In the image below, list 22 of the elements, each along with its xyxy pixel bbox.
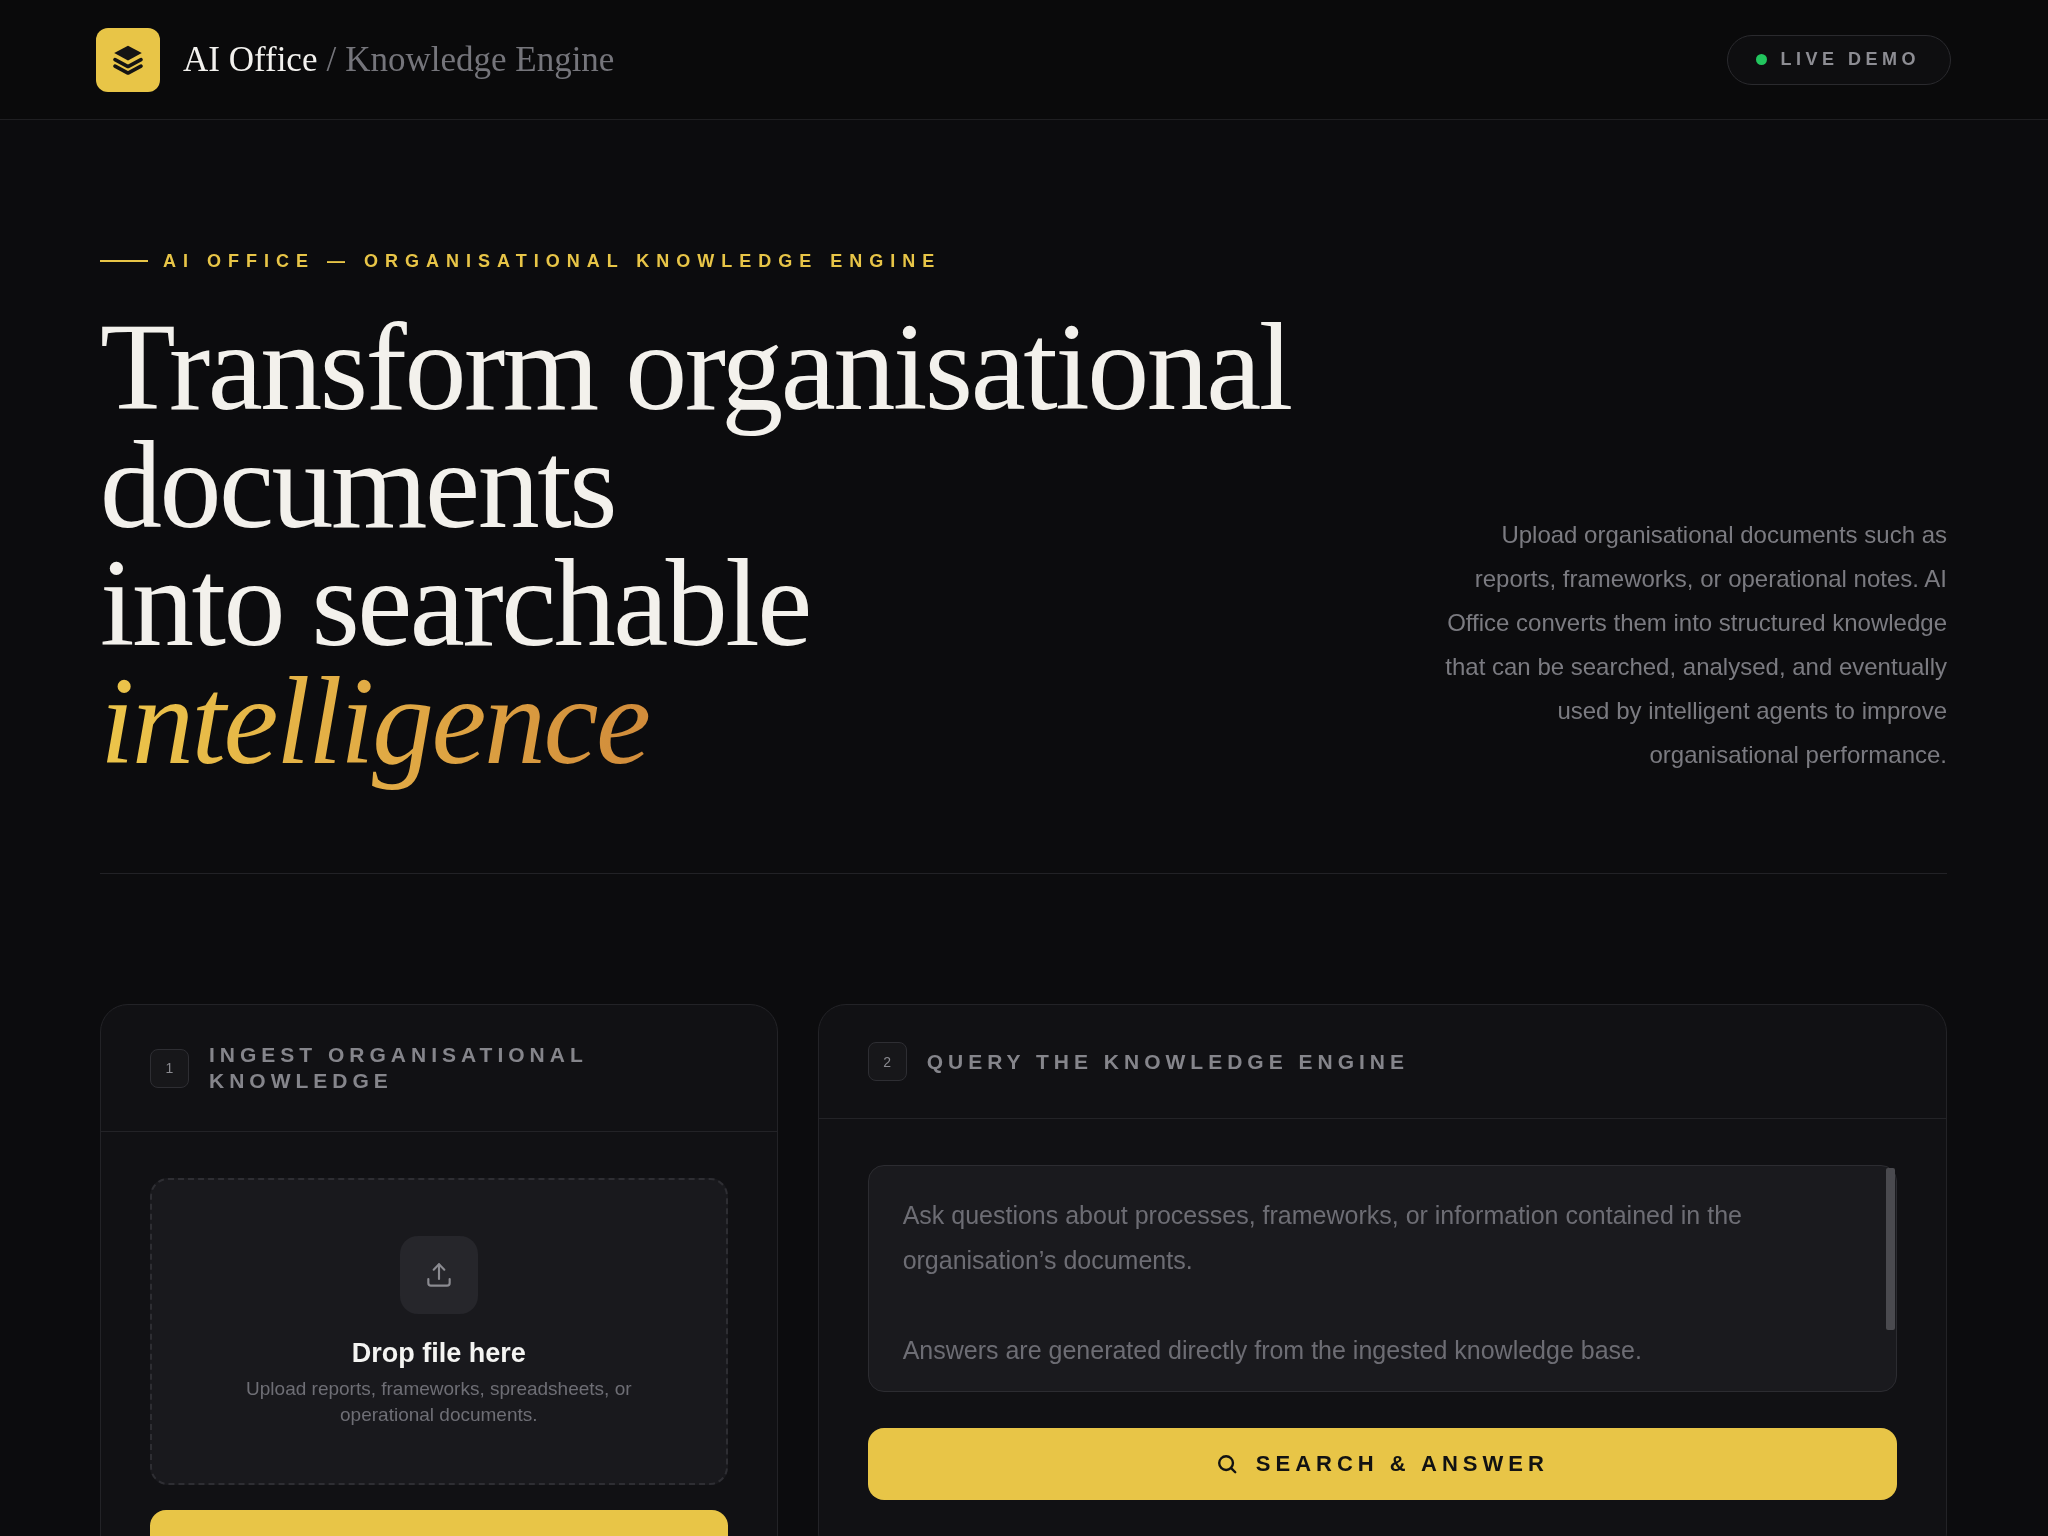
status-label: LIVE DEMO [1780,49,1920,70]
eyebrow-line [100,260,148,262]
upload-icon [399,1236,478,1314]
hero-description: Upload organisational documents such as reports, frameworks, or operational notes. AI Office converts them into structured knowledge that can be searched, analysed, and eventually used by intelligent agents to improve organisational performance. [1444,520,1947,770]
search-icon [1215,1453,1238,1475]
dropzone-hint: Upload reports, frameworks, spreadsheets, or operational documents. [245,1377,633,1427]
card-title: QUERY THE KNOWLEDGE ENGINE [926,1048,1409,1075]
card-title: INGEST ORGANISATIONAL KNOWLEDGE [209,1042,589,1094]
step-number: 1 [150,1048,189,1088]
brand-name: AI Office [183,38,318,81]
brand-section: Knowledge Engine [345,38,615,81]
hero-heading: Transform organisational documents into searchable intelligence [100,309,1292,792]
eyebrow-label: AI OFFICE — ORGANISATIONAL KNOWLEDGE ENGINE [163,250,942,273]
status-dot-icon [1756,54,1768,65]
dropzone[interactable]: Drop file here Upload reports, frameworks, spreadsheets, or operational documents. [150,1178,728,1485]
step-number: 2 [867,1042,907,1081]
query-field[interactable]: Ask questions about processes, frameworks, or information contained in the organisation’s documents. Answers are generated directly from the ingested knowledge base. [867,1165,1897,1392]
logo-icon [96,27,160,92]
brand-separator: / [326,38,337,81]
scrollbar[interactable] [1886,1168,1895,1330]
dropzone-title: Drop file here [351,1338,526,1368]
search-button[interactable]: SEARCH & ANSWER [867,1428,1897,1500]
